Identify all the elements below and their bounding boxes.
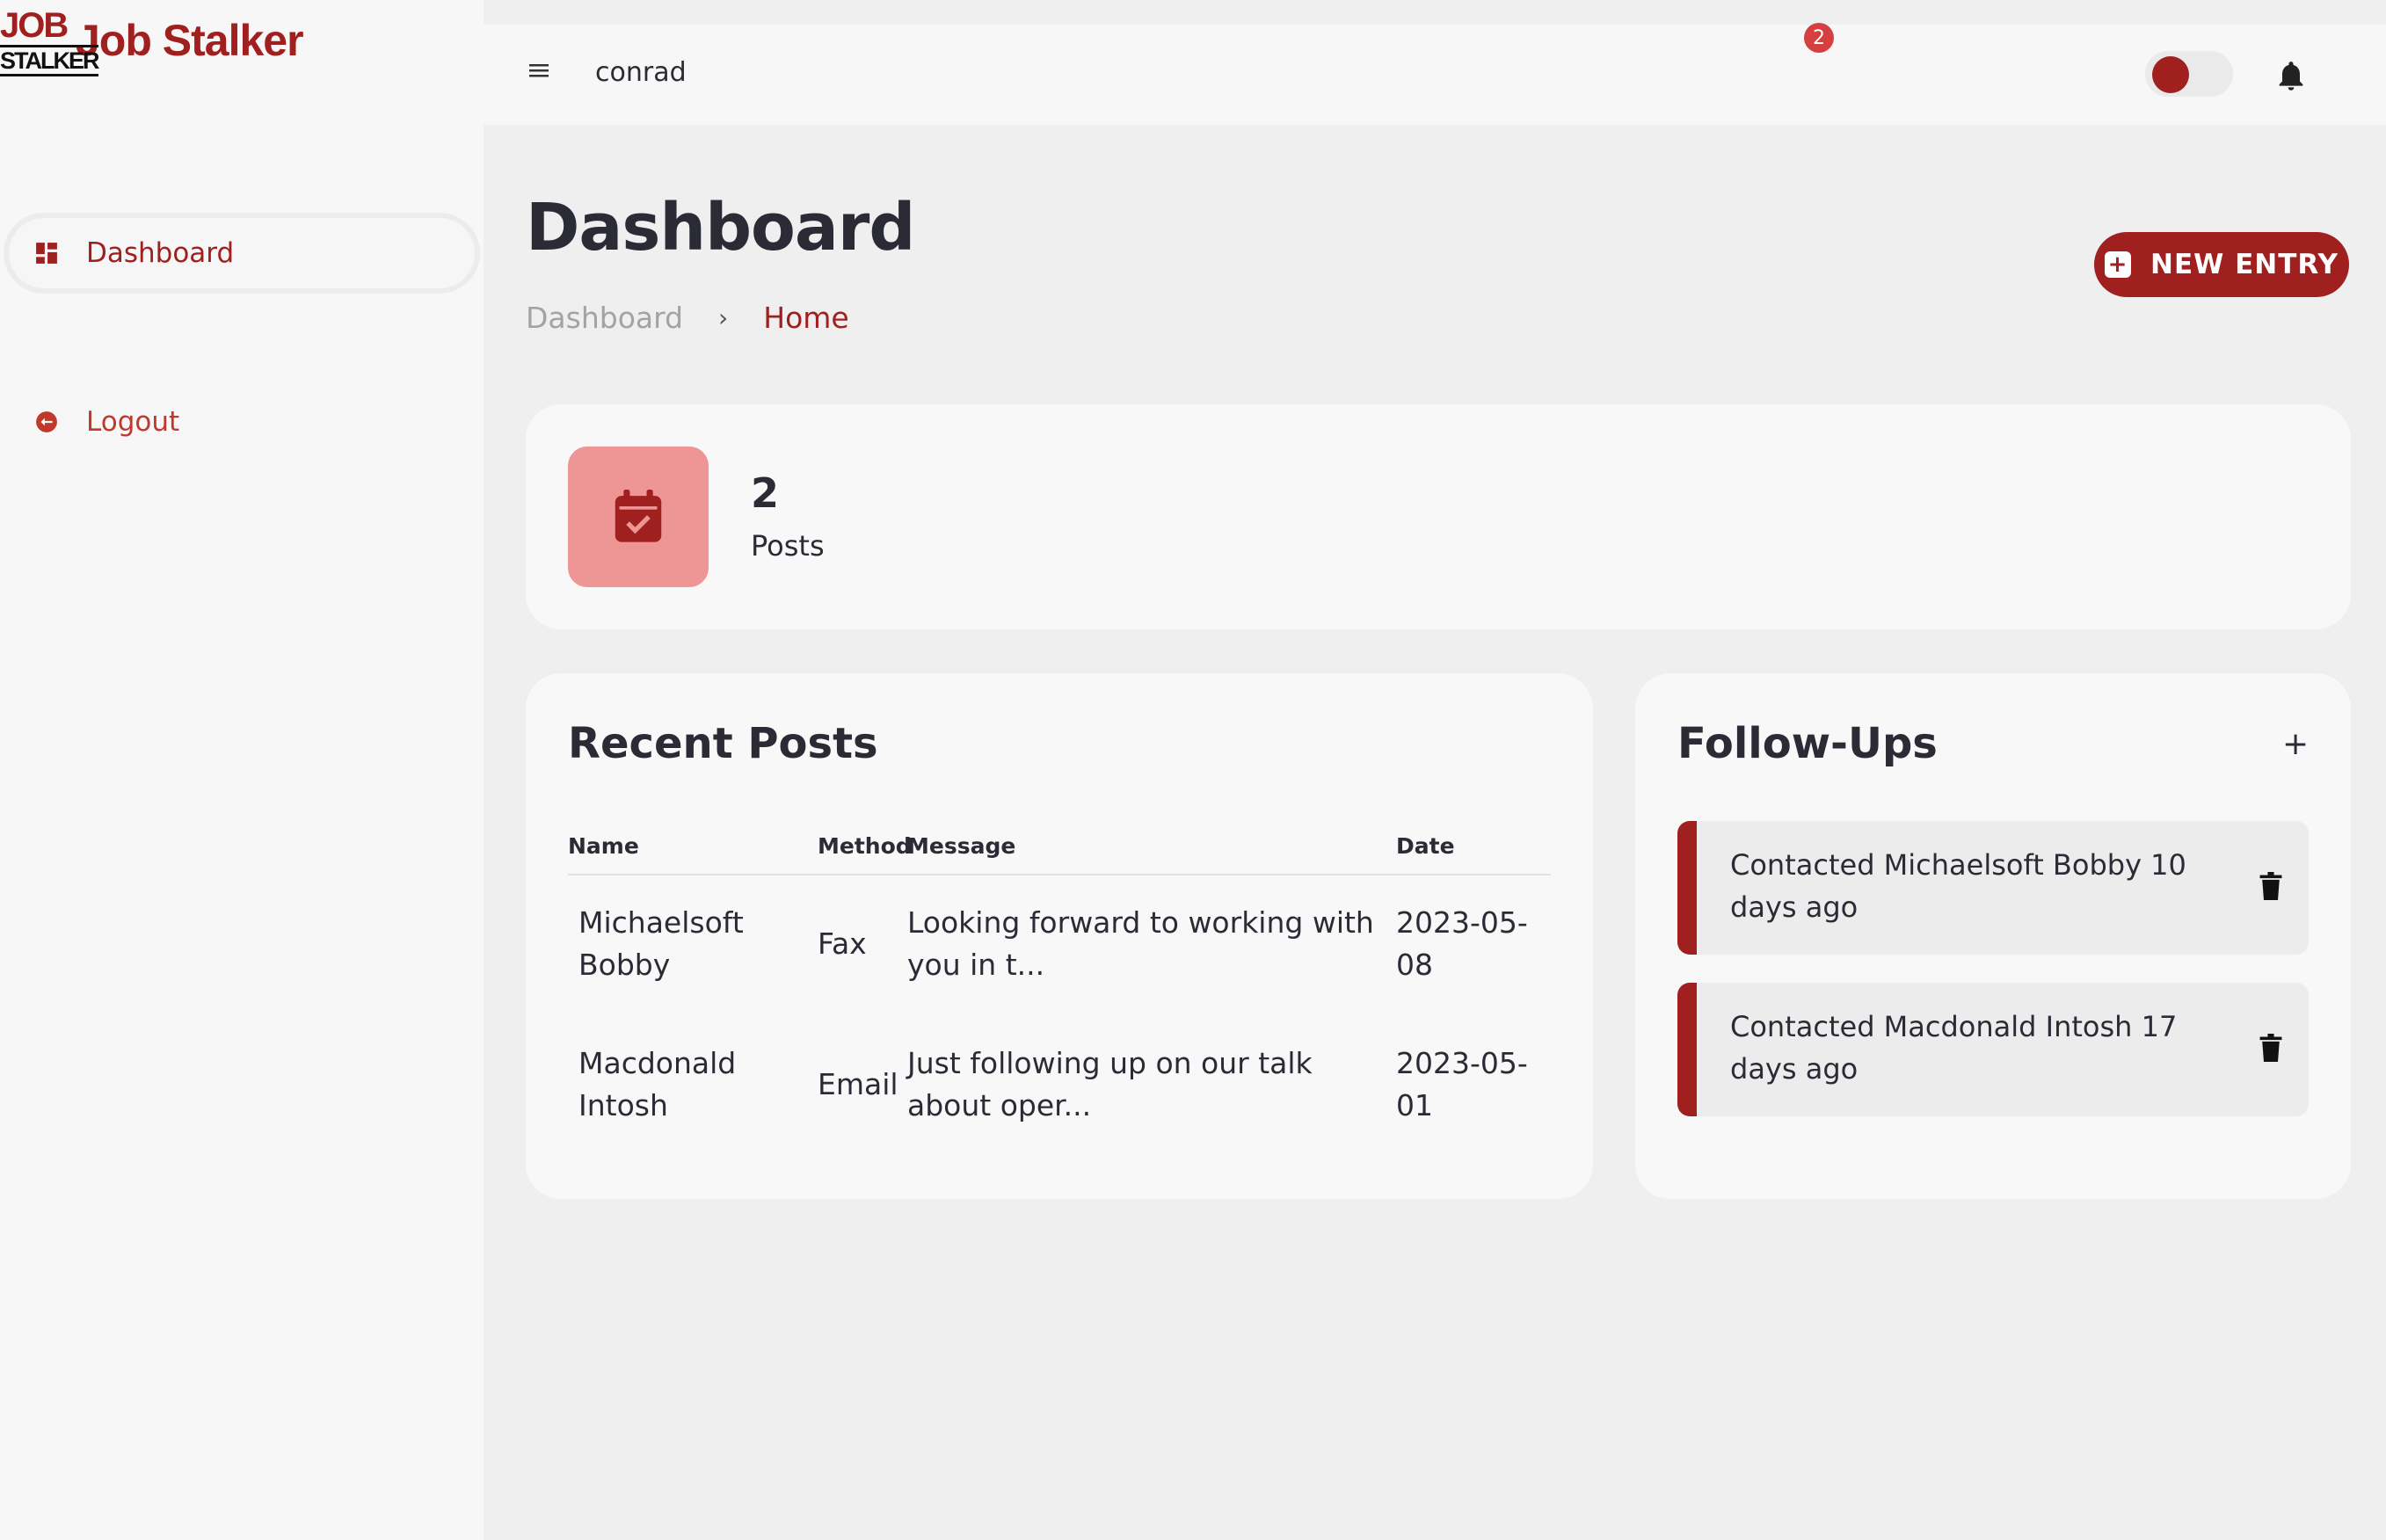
notification-badge: 2 [1804, 23, 1834, 53]
stat-value: 2 [751, 469, 780, 517]
followups-title: Follow-Ups [1677, 719, 1938, 768]
followup-item: Contacted Macdonald Intosh 17 days ago [1677, 983, 2309, 1116]
table-header: Name Method Message Date [568, 819, 1551, 875]
breadcrumb-item[interactable]: Dashboard [526, 301, 683, 335]
followups-card: Follow-Ups + Contacted Michaelsoft Bobby… [1635, 673, 2351, 1199]
cell-date: 2023-05-08 [1396, 905, 1528, 982]
new-entry-label: NEW ENTRY [2150, 249, 2339, 280]
logo-text-top: JOB [0, 6, 69, 45]
cell-method: Fax [818, 926, 867, 961]
page-title: Dashboard [526, 190, 915, 265]
logout-icon [33, 409, 60, 435]
followup-text: Contacted Michaelsoft Bobby 10 days ago [1730, 848, 2186, 924]
sidebar: JOB STALKER Job Stalker Dashboard Logout [0, 0, 484, 1540]
followup-item: Contacted Michaelsoft Bobby 10 days ago [1677, 821, 2309, 955]
breadcrumb-current: Home [763, 301, 849, 335]
chevron-right-icon: › [718, 303, 729, 332]
bell-icon[interactable] [2273, 58, 2309, 93]
column-header-date: Date [1396, 833, 1455, 859]
stat-label: Posts [751, 529, 825, 563]
table-row[interactable]: Macdonald Intosh Email Just following up… [568, 1016, 1551, 1157]
cell-date: 2023-05-01 [1396, 1046, 1528, 1122]
breadcrumb: Dashboard › Home [526, 301, 849, 335]
posts-stat-card: 2 Posts [526, 404, 2351, 629]
sidebar-item-label: Dashboard [86, 237, 235, 269]
cell-message: Looking forward to working with you in t… [907, 905, 1374, 982]
content-corner [484, 125, 536, 178]
new-entry-button[interactable]: + NEW ENTRY [2094, 232, 2349, 297]
sidebar-item-label: Logout [86, 406, 180, 438]
logo-text-bottom: STALKER [0, 45, 99, 76]
recent-posts-table: Name Method Message Date Michaelsoft Bob… [568, 819, 1551, 1157]
cell-message: Just following up on our talk about oper… [907, 1046, 1313, 1122]
table-row[interactable]: Michaelsoft Bobby Fax Looking forward to… [568, 875, 1551, 1016]
theme-toggle[interactable] [2145, 51, 2233, 97]
cell-name: Michaelsoft Bobby [578, 905, 744, 982]
sidebar-item-dashboard[interactable]: Dashboard [9, 218, 475, 288]
toggle-knob [2152, 56, 2189, 93]
add-followup-button[interactable]: + [2282, 726, 2309, 762]
column-header-method: Method [818, 833, 912, 859]
trash-icon[interactable] [2259, 872, 2282, 900]
column-header-name: Name [568, 833, 639, 859]
brand[interactable]: JOB STALKER Job Stalker [0, 5, 304, 76]
recent-posts-card: Recent Posts Name Method Message Date Mi… [526, 673, 1593, 1199]
cell-name: Macdonald Intosh [578, 1046, 737, 1122]
username[interactable]: conrad [595, 57, 687, 88]
brand-name: Job Stalker [76, 16, 304, 65]
hamburger-icon[interactable] [527, 60, 550, 81]
calendar-check-icon [615, 490, 662, 542]
top-bar: conrad [484, 25, 2386, 125]
cell-method: Email [818, 1067, 898, 1101]
brand-logo: JOB STALKER [0, 6, 99, 76]
sidebar-item-logout[interactable]: Logout [9, 387, 475, 457]
stat-icon-box [568, 447, 709, 587]
recent-posts-title: Recent Posts [568, 719, 878, 768]
dashboard-icon [33, 240, 60, 266]
column-header-message: Message [907, 833, 1016, 859]
trash-icon[interactable] [2259, 1034, 2282, 1062]
followup-text: Contacted Macdonald Intosh 17 days ago [1730, 1010, 2178, 1086]
plus-box-icon: + [2105, 251, 2131, 278]
